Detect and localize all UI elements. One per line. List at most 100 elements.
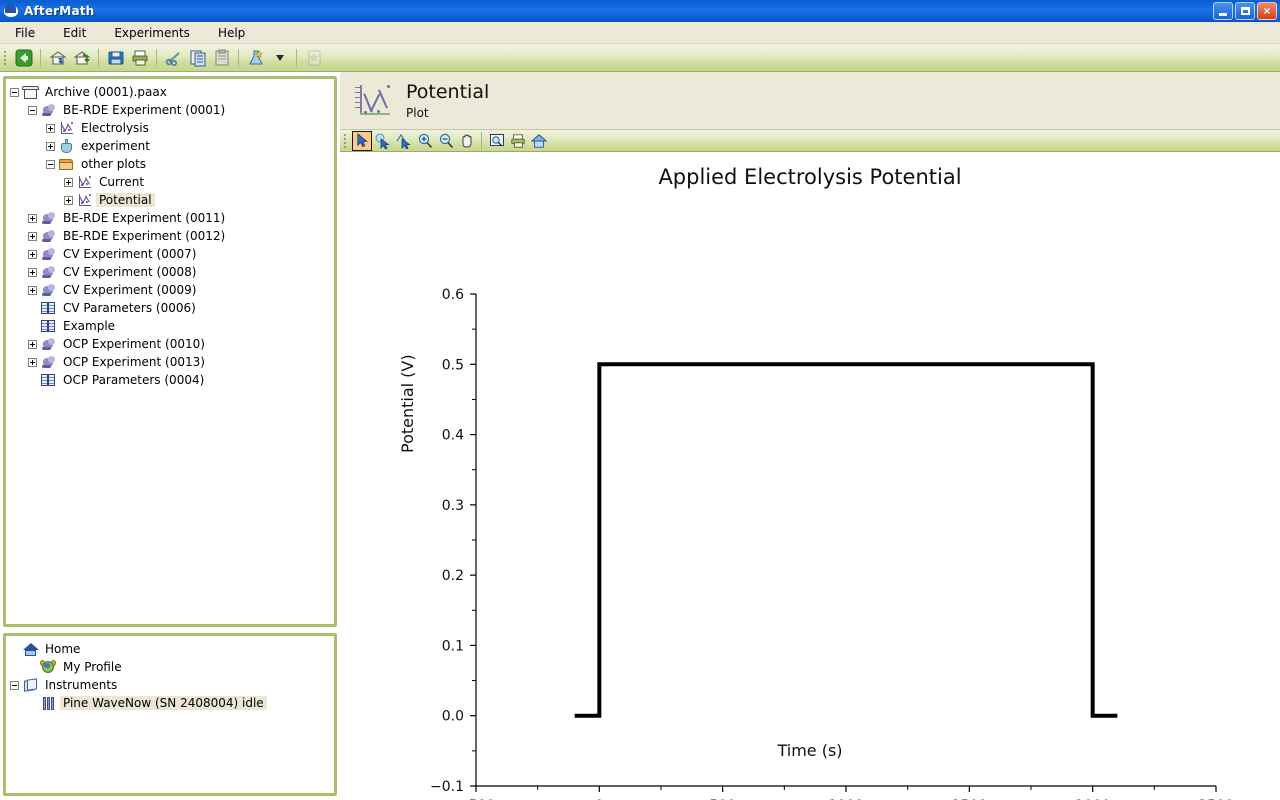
zoom-in-tool[interactable] (415, 131, 435, 151)
archive-tree-item-node[interactable]: other plots (6, 155, 334, 173)
plot-canvas[interactable]: Applied Electrolysis Potential Time (s) … (340, 153, 1280, 800)
archive-tree-item-node[interactable]: CV Experiment (0007) (6, 245, 334, 263)
copy-button[interactable] (187, 47, 209, 69)
tree-expand-toggle[interactable] (64, 177, 73, 187)
new-experiment-dropdown[interactable] (269, 47, 291, 69)
folder-icon (58, 156, 75, 172)
plot-icon (76, 192, 93, 208)
zoom-region-tool[interactable] (487, 131, 507, 151)
archive-tree-item-node[interactable]: Potential (6, 191, 334, 209)
home-tree-item-node[interactable]: Instruments (6, 676, 334, 694)
experiment-icon (40, 264, 57, 280)
tree-node-label: Instruments (45, 678, 118, 692)
tree-node-label: Example (63, 319, 116, 333)
toolbar-separator (40, 48, 42, 67)
archive-icon (22, 84, 39, 100)
archive-tree-item-node[interactable]: experiment (6, 137, 334, 155)
archive-tree-item-node[interactable]: Archive (0001).paax (6, 83, 334, 101)
flask-star-icon (249, 49, 263, 64)
tree-expand-toggle[interactable] (28, 339, 37, 349)
menu-item-file[interactable]: File (12, 24, 38, 42)
instruments-icon (22, 677, 39, 693)
cut-button[interactable] (163, 47, 185, 69)
menu-item-help[interactable]: Help (215, 24, 248, 42)
tree-expand-toggle[interactable] (28, 231, 37, 241)
archive-tree-item-node[interactable]: CV Parameters (0006) (6, 299, 334, 317)
archive-tree-item-node[interactable]: OCP Experiment (0010) (6, 335, 334, 353)
tree-expand-toggle[interactable] (28, 267, 37, 277)
tree-node-label: OCP Parameters (0004) (63, 373, 205, 387)
open-archive-button[interactable] (47, 47, 69, 69)
experiment-icon (40, 336, 57, 352)
tree-node-label: Archive (0001).paax (45, 85, 167, 99)
archive-tree-item-node[interactable]: BE-RDE Experiment (0011) (6, 209, 334, 227)
tree-collapse-toggle[interactable] (28, 105, 37, 115)
minimize-button[interactable] (1213, 2, 1233, 20)
printer-icon (511, 133, 525, 148)
tree-collapse-toggle[interactable] (46, 159, 55, 169)
tree-expand-toggle[interactable] (28, 285, 37, 295)
archive-tree[interactable]: Archive (0001).paax BE-RDE Experiment (00… (6, 79, 334, 389)
home-tree-panel: Home My Profile Instruments Pine WaveNow (S… (3, 633, 337, 796)
plot-toolbar-grip[interactable] (344, 132, 348, 150)
svg-text:0.0: 0.0 (442, 709, 464, 725)
home-tree-item-node[interactable]: Home (6, 640, 334, 658)
maximize-button[interactable] (1235, 2, 1255, 20)
close-archive-button[interactable] (71, 47, 93, 69)
close-button[interactable]: × (1257, 2, 1277, 20)
archive-tree-item-node[interactable]: CV Experiment (0008) (6, 263, 334, 281)
svg-text:0.3: 0.3 (442, 498, 464, 514)
archive-tree-item-node[interactable]: CV Experiment (0009) (6, 281, 334, 299)
select-tool[interactable] (352, 130, 372, 151)
floppy-disk-icon (108, 51, 124, 64)
tree-expand-toggle[interactable] (28, 213, 37, 223)
svg-text:0.4: 0.4 (442, 428, 464, 444)
print-button[interactable] (129, 47, 151, 69)
tree-node-label: CV Experiment (0009) (63, 283, 197, 297)
svg-text:0.1: 0.1 (442, 638, 464, 654)
archive-tree-item-node[interactable]: Current (6, 173, 334, 191)
paste-button[interactable] (211, 47, 233, 69)
data-pick-tool[interactable] (373, 131, 393, 151)
zoom-region-icon (490, 133, 504, 146)
device-icon (40, 695, 57, 711)
archive-tree-item-node[interactable]: BE-RDE Experiment (0012) (6, 227, 334, 245)
tree-collapse-toggle[interactable] (10, 680, 19, 690)
page-star-icon (308, 50, 321, 65)
toolbar-grip[interactable] (4, 49, 8, 67)
tree-node-label: CV Parameters (0006) (63, 301, 196, 315)
plot-icon (76, 174, 93, 190)
tree-node-label: OCP Experiment (0010) (63, 337, 205, 351)
print-plot-tool[interactable] (508, 131, 528, 151)
home-tree-item-node[interactable]: Pine WaveNow (SN 2408004) idle (6, 694, 334, 712)
zoom-out-tool[interactable] (436, 131, 456, 151)
experiment-icon (40, 228, 57, 244)
home-tree-item-node[interactable]: My Profile (6, 658, 334, 676)
pan-tool[interactable] (457, 131, 477, 151)
tree-expand-toggle[interactable] (46, 141, 55, 151)
tree-expand-toggle[interactable] (28, 357, 37, 367)
archive-tree-item-node[interactable]: OCP Experiment (0013) (6, 353, 334, 371)
tree-expand-toggle[interactable] (28, 249, 37, 259)
close-icon: × (1262, 5, 1272, 17)
audit-button[interactable] (303, 47, 325, 69)
back-button[interactable] (13, 47, 35, 69)
menu-item-edit[interactable]: Edit (60, 24, 89, 42)
tree-node-label: Electrolysis (81, 121, 149, 135)
plot-chart-icon (352, 79, 396, 123)
home-view-tool[interactable] (529, 131, 549, 151)
archive-tree-item-node[interactable]: Example (6, 317, 334, 335)
peak-tool[interactable] (394, 131, 414, 151)
archive-tree-item-node[interactable]: Electrolysis (6, 119, 334, 137)
tree-collapse-toggle[interactable] (10, 87, 19, 97)
archive-tree-item-node[interactable]: OCP Parameters (0004) (6, 371, 334, 389)
home-tree[interactable]: Home My Profile Instruments Pine WaveNow (S… (6, 636, 334, 712)
tree-expand-toggle[interactable] (46, 123, 55, 133)
archive-tree-item-node[interactable]: BE-RDE Experiment (0001) (6, 101, 334, 119)
new-experiment-button[interactable] (245, 47, 267, 69)
menu-item-experiments[interactable]: Experiments (111, 24, 193, 42)
tree-node-label: CV Experiment (0007) (63, 247, 197, 261)
plot-panel: Potential Plot Applied Electrolysis Pote… (340, 72, 1280, 800)
save-button[interactable] (105, 47, 127, 69)
tree-expand-toggle[interactable] (64, 195, 73, 205)
